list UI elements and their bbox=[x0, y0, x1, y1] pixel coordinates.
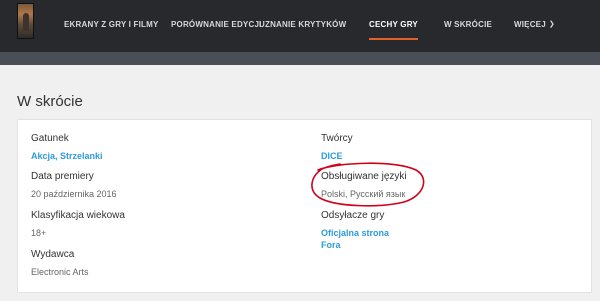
forum-link[interactable]: Fora bbox=[321, 239, 389, 251]
official-site-link[interactable]: Oficjalna strona bbox=[321, 227, 389, 239]
release-date-field: Data premiery 20 października 2016 bbox=[31, 170, 117, 200]
release-date-label: Data premiery bbox=[31, 171, 94, 182]
nav-item-game-features[interactable]: Cechy gry bbox=[369, 0, 418, 52]
nav-item-critic-acclaim[interactable]: Uznanie krytyków bbox=[259, 0, 346, 52]
nav-item-label: Uznanie krytyków bbox=[259, 20, 347, 29]
genre-label: Gatunek bbox=[31, 133, 69, 144]
annotation-ellipse bbox=[311, 162, 425, 207]
cover-soldier-figure bbox=[23, 13, 29, 31]
nav-item-more[interactable]: Więcej ❯ bbox=[514, 0, 555, 52]
details-card: Gatunek Akcja, Strzelanki Data premiery … bbox=[17, 119, 592, 293]
game-links-field: Odsyłacze gry Oficjalna strona Fora bbox=[321, 209, 389, 251]
nav-item-screenshots[interactable]: Ekrany z gry i filmy bbox=[64, 0, 159, 52]
game-cover-thumbnail[interactable] bbox=[17, 3, 34, 39]
game-links-label: Odsyłacze gry bbox=[321, 210, 385, 221]
genre-link[interactable]: Akcja, Strzelanki bbox=[31, 150, 103, 162]
age-rating-value: 18+ bbox=[31, 228, 47, 238]
active-tab-underline bbox=[369, 38, 418, 40]
genre-field: Gatunek Akcja, Strzelanki bbox=[31, 132, 103, 162]
nav-item-edition-comparison[interactable]: Porównanie edycji bbox=[171, 0, 262, 52]
chevron-down-icon: ❯ bbox=[548, 21, 555, 28]
nav-item-label: Porównanie edycji bbox=[171, 20, 262, 29]
developer-label: Twórcy bbox=[321, 133, 353, 144]
age-rating-field: Klasyfikacja wiekowa 18+ bbox=[31, 209, 125, 239]
nav-item-label: W skrócie bbox=[444, 20, 493, 29]
nav-item-label: Więcej bbox=[514, 20, 546, 29]
nav-item-at-a-glance[interactable]: W skrócie bbox=[444, 0, 492, 52]
age-rating-label: Klasyfikacja wiekowa bbox=[31, 210, 125, 221]
nav-item-label: Ekrany z gry i filmy bbox=[64, 20, 159, 29]
header-subband bbox=[0, 52, 600, 65]
top-navigation-bar: Ekrany z gry i filmy Porównanie edycji U… bbox=[0, 0, 600, 52]
release-date-value: 20 października 2016 bbox=[31, 189, 117, 199]
publisher-value: Electronic Arts bbox=[31, 267, 89, 277]
developer-field: Twórcy DICE bbox=[321, 132, 353, 162]
nav-item-label: Cechy gry bbox=[369, 20, 418, 29]
publisher-label: Wydawca bbox=[31, 249, 75, 260]
section-title: W skrócie bbox=[17, 93, 83, 110]
publisher-field: Wydawca Electronic Arts bbox=[31, 248, 89, 278]
